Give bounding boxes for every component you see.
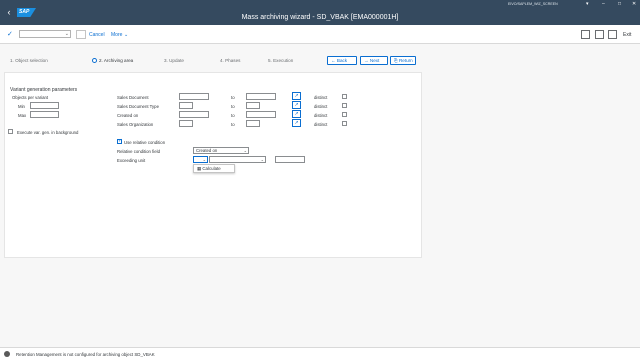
sap-logo: SAP xyxy=(17,8,36,17)
use-relative-condition-checkbox[interactable] xyxy=(117,138,122,144)
close-icon[interactable]: ✕ xyxy=(632,1,636,7)
back-button[interactable]: ← Back xyxy=(327,56,357,65)
sales-document-from[interactable] xyxy=(179,93,209,100)
enter-icon[interactable]: ✓ xyxy=(7,30,13,38)
criteria-label-sales-document: Sales Document xyxy=(117,95,149,100)
command-field[interactable]: ⌄ xyxy=(19,30,71,38)
multiple-selection-icon[interactable]: ↗ xyxy=(292,92,301,100)
distinct-label: distinct xyxy=(314,122,328,127)
distinct-checkbox[interactable] xyxy=(342,121,347,126)
application-toolbar: ✓ ⌄ Cancel More ⌄ Exit xyxy=(0,25,640,44)
distinct-label: distinct xyxy=(314,104,328,109)
status-bar: Retention Management is not configured f… xyxy=(0,347,640,360)
chevron-down-icon[interactable]: ⌄ xyxy=(244,148,247,153)
sales-document-to[interactable] xyxy=(246,93,276,100)
to-label: to xyxy=(231,113,235,118)
multiple-selection-icon[interactable]: ↗ xyxy=(292,119,301,127)
distinct-checkbox[interactable] xyxy=(342,112,347,117)
criteria-label-sales-document-type: Sales Document Type xyxy=(117,104,159,109)
distinct-label: distinct xyxy=(314,95,328,100)
wizard-steps: 1. Object selection 2. Archiving area 3.… xyxy=(0,52,640,67)
step-update[interactable]: 3. Update xyxy=(164,58,184,63)
use-relative-condition-label: Use relative condition xyxy=(124,140,166,145)
active-step-icon xyxy=(92,58,97,64)
help-icon[interactable] xyxy=(608,30,617,39)
info-icon xyxy=(4,351,10,357)
background-checkbox[interactable] xyxy=(8,129,13,134)
chevron-down-icon[interactable]: ⌄ xyxy=(261,157,264,162)
system-label: EIVO/SAPLEM_WIZ_SCREEN xyxy=(508,2,558,6)
status-message: Retention Management is not configured f… xyxy=(16,352,155,357)
page-title: Mass archiving wizard - SD_VBAK [EMA0000… xyxy=(241,14,399,21)
multiple-selection-icon[interactable]: ↗ xyxy=(292,110,301,118)
sales-organization-to[interactable] xyxy=(246,120,260,127)
dropdown-icon[interactable]: ▾ xyxy=(586,1,589,7)
customize-icon[interactable] xyxy=(595,30,604,39)
created-on-to[interactable] xyxy=(246,111,276,118)
exceeding-unit-select[interactable]: ⌄ xyxy=(209,156,266,163)
min-input[interactable] xyxy=(30,102,59,109)
distinct-checkbox[interactable] xyxy=(342,94,347,99)
distinct-checkbox[interactable] xyxy=(342,103,347,108)
more-menu[interactable]: More xyxy=(111,32,122,38)
sales-document-type-from[interactable] xyxy=(179,102,193,109)
chevron-down-icon[interactable]: ⌄ xyxy=(124,32,128,38)
window-controls: ▾ – □ ✕ xyxy=(580,0,640,8)
distinct-label: distinct xyxy=(314,113,328,118)
cancel-button[interactable]: Cancel xyxy=(89,32,105,38)
step-archiving-area[interactable]: 2. Archiving area xyxy=(92,58,133,64)
chevron-down-icon[interactable]: ⌄ xyxy=(65,31,69,37)
exceeding-unit-label: Exceeding unit xyxy=(117,158,146,163)
relative-condition-field-select[interactable]: Created on ⌄ xyxy=(193,147,249,154)
minimize-icon[interactable]: – xyxy=(602,1,605,7)
exceeding-unit-value-select[interactable]: ⌄ xyxy=(193,156,208,163)
step-phases[interactable]: 4. Phases xyxy=(220,58,240,63)
chevron-down-icon[interactable]: ⌄ xyxy=(203,157,206,162)
return-button[interactable]: ⎘ Return xyxy=(390,56,416,65)
created-on-from[interactable] xyxy=(179,111,209,118)
sales-organization-from[interactable] xyxy=(179,120,193,127)
next-button[interactable]: → Next xyxy=(360,56,388,65)
min-label: Min xyxy=(18,104,25,109)
to-label: to xyxy=(231,95,235,100)
print-icon[interactable] xyxy=(581,30,590,39)
section-title: Variant generation parameters xyxy=(10,87,78,93)
multiple-selection-icon[interactable]: ↗ xyxy=(292,101,301,109)
criteria-label-created-on: Created on xyxy=(117,113,139,118)
objects-per-variant-label: Objects per variant xyxy=(12,95,49,100)
max-input[interactable] xyxy=(30,111,59,118)
step-object-selection[interactable]: 1. Object selection xyxy=(10,58,48,63)
relative-condition-field-label: Relative condition field xyxy=(117,149,160,154)
step-execution[interactable]: 5. Execution xyxy=(268,58,293,63)
exit-button[interactable]: Exit xyxy=(623,32,631,38)
to-label: to xyxy=(231,104,235,109)
back-icon[interactable]: ‹ xyxy=(4,7,14,17)
shell-header: ‹ SAP Mass archiving wizard - SD_VBAK [E… xyxy=(0,0,640,25)
sales-document-type-to[interactable] xyxy=(246,102,260,109)
background-label: Execute var. gen. in background xyxy=(17,130,79,135)
max-label: Max xyxy=(18,113,27,118)
save-icon[interactable] xyxy=(76,30,86,39)
criteria-label-sales-organization: Sales Organization xyxy=(117,122,154,127)
to-label: to xyxy=(231,122,235,127)
calculate-button[interactable]: ▦ Calculate xyxy=(193,164,235,173)
exceeding-unit-input[interactable] xyxy=(275,156,305,163)
maximize-icon[interactable]: □ xyxy=(618,1,621,7)
